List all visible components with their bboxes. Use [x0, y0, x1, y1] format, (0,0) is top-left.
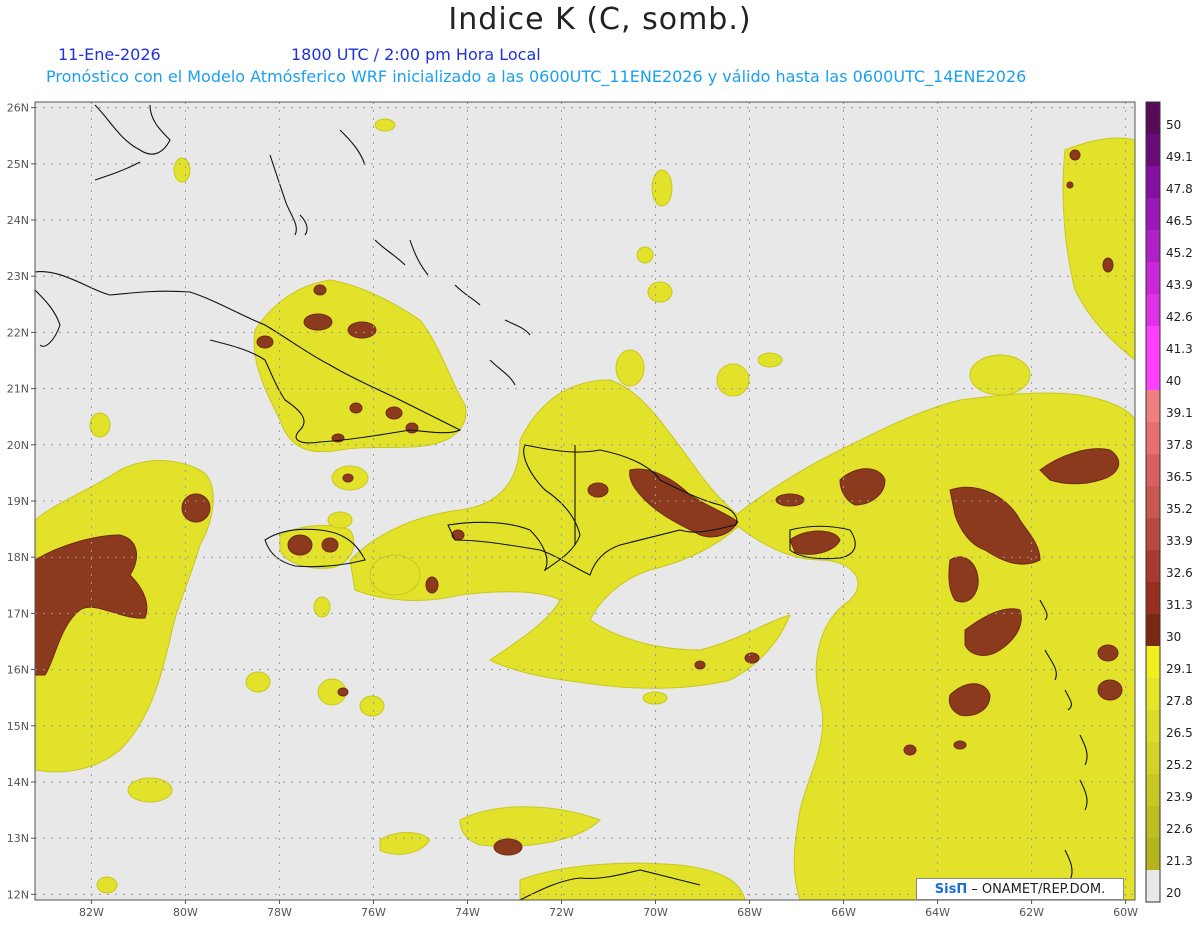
lat-label: 15N	[7, 720, 29, 733]
legend-swatch	[1146, 422, 1160, 455]
legend-swatch	[1146, 198, 1160, 231]
lat-label: 13N	[7, 832, 29, 845]
legend-level-label: 29.1	[1166, 662, 1193, 676]
legend-level-label: 47.8	[1166, 182, 1193, 196]
lon-label: 80W	[173, 906, 198, 919]
sispi-logo: SisΠ	[934, 881, 968, 897]
lat-label: 22N	[7, 326, 29, 339]
lat-label: 18N	[7, 551, 29, 564]
legend-swatch	[1146, 742, 1160, 775]
legend-level-label: 49.1	[1166, 150, 1193, 164]
legend-swatch	[1146, 582, 1160, 615]
lon-label: 60W	[1113, 906, 1138, 919]
legend-level-label: 46.5	[1166, 214, 1193, 228]
legend-swatch	[1146, 294, 1160, 327]
lat-label: 26N	[7, 102, 29, 115]
legend-level-label: 27.8	[1166, 694, 1193, 708]
legend-level-label: 37.8	[1166, 438, 1193, 452]
forecast-time: 1800 UTC / 2:00 pm Hora Local	[291, 45, 541, 64]
legend-level-label: 39.1	[1166, 406, 1193, 420]
latitude-labels: 26N 25N 24N 23N 22N 21N 20N 19N 18N 17N 16N 15N 14N 1…	[7, 102, 35, 901]
legend-swatch	[1146, 390, 1160, 423]
legend-level-label: 45.2	[1166, 246, 1193, 260]
legend-level-label: 31.3	[1166, 598, 1193, 612]
legend-level-label: 33.9	[1166, 534, 1193, 548]
lat-label: 25N	[7, 158, 29, 171]
lon-label: 76W	[361, 906, 386, 919]
lat-label: 16N	[7, 664, 29, 677]
legend-swatch	[1146, 518, 1160, 551]
legend-level-label: 41.3	[1166, 342, 1193, 356]
legend-level-label: 50	[1166, 118, 1181, 132]
lon-label: 64W	[925, 906, 950, 919]
lat-label: 12N	[7, 888, 29, 901]
legend-level-label: 22.6	[1166, 822, 1193, 836]
forecast-description: Pronóstico con el Modelo Atmósferico WRF…	[46, 67, 1027, 86]
legend-level-label: 35.2	[1166, 502, 1193, 516]
legend-swatch	[1146, 838, 1160, 871]
legend-swatch	[1146, 486, 1160, 519]
lat-label: 24N	[7, 214, 29, 227]
lon-label: 62W	[1019, 906, 1044, 919]
attribution-text: – ONAMET/REP.DOM.	[971, 881, 1106, 897]
legend-swatch	[1146, 102, 1160, 135]
legend-swatch	[1146, 262, 1160, 295]
legend-level-label: 21.3	[1166, 854, 1193, 868]
lat-label: 17N	[7, 607, 29, 620]
legend-level-label: 26.5	[1166, 726, 1193, 740]
attribution-box: SisΠ – ONAMET/REP.DOM.	[916, 878, 1124, 900]
legend-swatch	[1146, 774, 1160, 807]
legend-level-label: 23.9	[1166, 790, 1193, 804]
map-figure: 82W 80W 78W 76W 74W 72W 70W 68W 66W 64W 62W 60W 26N…	[0, 0, 1200, 927]
lat-label: 20N	[7, 439, 29, 452]
legend-swatch	[1146, 166, 1160, 199]
color-legend: 50 49.1 47.8 46.5 45.2 43.9 42.6 41.3 40 39.1 37.8…	[1145, 101, 1193, 903]
legend-level-label: 36.5	[1166, 470, 1193, 484]
legend-swatch	[1146, 806, 1160, 839]
legend-swatch	[1146, 870, 1160, 903]
legend-swatch	[1146, 454, 1160, 487]
map-title: Indice K (C, somb.)	[448, 2, 752, 37]
legend-level-label: 25.2	[1166, 758, 1193, 772]
lon-label: 74W	[455, 906, 480, 919]
legend-swatch	[1146, 134, 1160, 167]
legend-swatch	[1146, 358, 1160, 391]
legend-level-label: 20	[1166, 886, 1181, 900]
legend-swatch	[1146, 326, 1160, 359]
lon-label: 78W	[267, 906, 292, 919]
longitude-labels: 82W 80W 78W 76W 74W 72W 70W 68W 66W 64W 62W 60W	[79, 900, 1138, 919]
lat-label: 23N	[7, 270, 29, 283]
lon-label: 66W	[831, 906, 856, 919]
map-canvas: 82W 80W 78W 76W 74W 72W 70W 68W 66W 64W 62W 60W 26N…	[7, 101, 1193, 919]
legend-level-label: 40	[1166, 374, 1181, 388]
lat-label: 21N	[7, 383, 29, 396]
legend-swatch	[1146, 614, 1160, 647]
legend-swatch	[1146, 230, 1160, 263]
forecast-date: 11-Ene-2026	[58, 45, 161, 64]
legend-swatch	[1146, 550, 1160, 583]
legend-level-label: 43.9	[1166, 278, 1193, 292]
lat-label: 19N	[7, 495, 29, 508]
legend-level-label: 30	[1166, 630, 1181, 644]
lon-label: 72W	[549, 906, 574, 919]
lat-label: 14N	[7, 776, 29, 789]
legend-swatch	[1146, 710, 1160, 743]
lon-label: 68W	[737, 906, 762, 919]
lon-label: 70W	[643, 906, 668, 919]
legend-level-label: 42.6	[1166, 310, 1193, 324]
legend-swatch	[1146, 678, 1160, 711]
lon-label: 82W	[79, 906, 104, 919]
legend-level-label: 32.6	[1166, 566, 1193, 580]
legend-swatch	[1146, 646, 1160, 679]
